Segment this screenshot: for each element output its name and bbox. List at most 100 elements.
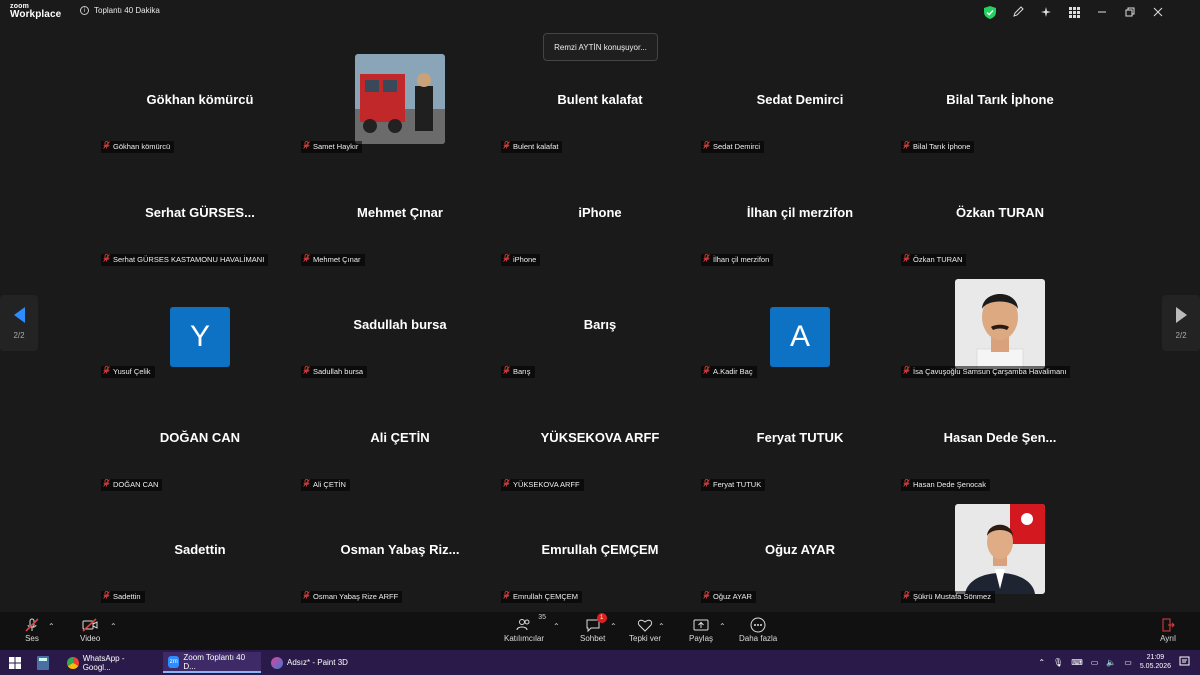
mic-muted-icon — [703, 478, 710, 491]
react-button[interactable]: Tepki ver — [629, 616, 661, 643]
mic-muted-icon — [303, 141, 310, 153]
participant-tile[interactable]: Oğuz AYAR Oğuz AYAR — [700, 492, 900, 604]
react-options-caret[interactable]: ⌃ — [658, 622, 665, 631]
mic-muted-icon — [303, 253, 310, 266]
mic-muted-icon — [503, 591, 510, 603]
participant-tile[interactable]: Emrullah ÇEMÇEM Emrullah ÇEMÇEM — [500, 492, 700, 604]
close-icon[interactable] — [1150, 4, 1166, 20]
leave-label: Ayrıl — [1160, 634, 1176, 643]
participant-tile[interactable]: Sadullah bursa Sadullah bursa — [300, 267, 500, 379]
share-options-caret[interactable]: ⌃ — [719, 622, 726, 631]
participants-count: 35 — [538, 614, 546, 621]
taskbar-clock[interactable]: 21:09 5.05.2026 — [1140, 653, 1171, 671]
volume-icon[interactable]: 🔈 — [1106, 658, 1116, 667]
taskbar-item-whatsapp[interactable]: WhatsApp - Googl... — [62, 652, 158, 673]
participant-name-text: Bulent kalafat — [513, 142, 559, 151]
taskbar-item-paint3d[interactable]: Adsız* - Paint 3D — [266, 652, 356, 673]
microphone-tray-icon[interactable]: 🎙 — [1053, 658, 1063, 667]
more-button[interactable]: Daha fazla — [739, 616, 777, 643]
participant-tile[interactable]: Ali ÇETİN Ali ÇETİN — [300, 380, 500, 492]
annotate-pen-icon[interactable] — [1010, 4, 1026, 20]
participant-tile[interactable]: Sadettin Sadettin — [100, 492, 300, 604]
windows-start-button[interactable] — [4, 652, 26, 673]
info-icon[interactable]: i — [80, 6, 89, 15]
notifications-icon[interactable] — [1179, 656, 1190, 669]
active-speaker-banner: Remzi AYTİN konuşuyor... — [543, 33, 658, 61]
participant-name-label: Feryat TUTUK — [701, 478, 766, 491]
chat-options-caret[interactable]: ⌃ — [610, 622, 617, 631]
ai-companion-icon[interactable] — [1038, 4, 1054, 20]
network-icon[interactable]: ▭ — [1091, 658, 1099, 667]
audio-button[interactable]: Ses — [24, 616, 40, 643]
chat-unread-badge: 1 — [596, 613, 607, 623]
participant-tile[interactable]: iPhone iPhone — [500, 155, 700, 267]
participant-name-text: İsa Çavuşoğlu Samsun Çarşamba Havalimanı — [913, 367, 1067, 376]
heart-icon — [637, 616, 653, 634]
participant-tile[interactable]: Şükrü Mustafa Sönmez — [900, 492, 1100, 604]
share-screen-icon — [693, 616, 709, 634]
clock-date: 5.05.2026 — [1139, 663, 1171, 670]
participant-tile[interactable]: Hasan Dede Şen... Hasan Dede Şenocak — [900, 380, 1100, 492]
participant-tile[interactable]: A A.Kadir Baç — [700, 267, 900, 379]
participant-name-label: Yusuf Çelik — [101, 366, 155, 378]
mic-muted-icon — [703, 591, 710, 603]
participant-tile[interactable]: Y Yusuf Çelik — [100, 267, 300, 379]
participant-name-label: iPhone — [501, 253, 541, 266]
participant-tile[interactable]: İlhan çil merzifon İlhan çil merzifon — [700, 155, 900, 267]
participant-name-label: Hasan Dede Şenocak — [901, 478, 990, 491]
participant-display-name: Gökhan kömürcü — [146, 92, 254, 107]
minimize-icon[interactable] — [1094, 4, 1110, 20]
calculator-taskbar-icon[interactable] — [32, 652, 54, 673]
previous-page-button[interactable]: 2/2 — [0, 295, 38, 351]
mic-muted-icon — [703, 253, 710, 266]
participant-display-name: İlhan çil merzifon — [746, 204, 854, 220]
participant-name-label: Bilal Tarık İphone — [901, 141, 975, 153]
more-label: Daha fazla — [739, 634, 778, 643]
title-bar-controls — [982, 4, 1166, 20]
participant-video — [355, 54, 445, 144]
mic-muted-icon — [103, 591, 110, 603]
share-button[interactable]: Paylaş — [689, 616, 713, 643]
restore-icon[interactable] — [1122, 4, 1138, 20]
next-page-button[interactable]: 2/2 — [1162, 295, 1200, 351]
participant-tile[interactable]: Sedat Demirci Sedat Demirci — [700, 42, 900, 154]
shield-icon[interactable] — [982, 4, 998, 20]
participant-tile[interactable]: Osman Yabaş Riz... Osman Yabaş Rize ARFF — [300, 492, 500, 604]
participant-name-text: Mehmet Çınar — [313, 254, 361, 264]
participant-tile[interactable]: Feryat TUTUK Feryat TUTUK — [700, 380, 900, 492]
taskbar-item-zoom[interactable]: zm Zoom Toplantı 40 D... — [163, 652, 261, 673]
mic-muted-icon — [503, 253, 510, 266]
participant-tile[interactable]: Mehmet Çınar Mehmet Çınar — [300, 155, 500, 267]
participant-name-label: Ali ÇETİN — [301, 478, 350, 491]
participant-tile[interactable]: Serhat GÜRSES... Serhat GÜRSES KASTAMONU … — [100, 155, 300, 267]
audio-options-caret[interactable]: ⌃ — [48, 622, 55, 631]
keyboard-language-icon[interactable]: ⌨ — [1071, 658, 1083, 667]
video-options-caret[interactable]: ⌃ — [110, 622, 117, 631]
participant-name-label: Oğuz AYAR — [701, 591, 756, 603]
participant-tile[interactable]: DOĞAN CAN DOĞAN CAN — [100, 380, 300, 492]
participant-name-label: Sadettin — [101, 591, 145, 603]
participant-name-label: Serhat GÜRSES KASTAMONU HAVALİMANI — [101, 253, 269, 266]
participant-name-text: Serhat GÜRSES KASTAMONU HAVALİMANI — [113, 254, 265, 264]
grid-view-icon[interactable] — [1066, 4, 1082, 20]
participant-tile[interactable]: Gökhan kömürcü Gökhan kömürcü — [100, 42, 300, 154]
chrome-icon — [67, 656, 79, 669]
participant-tile[interactable]: Bilal Tarık İphone Bilal Tarık İphone — [900, 42, 1100, 154]
participant-tile[interactable]: Özkan TURAN Özkan TURAN — [900, 155, 1100, 267]
participant-tile[interactable]: İsa Çavuşoğlu Samsun Çarşamba Havalimanı — [900, 267, 1100, 379]
participants-button[interactable]: 35 Katılımcılar — [504, 614, 546, 643]
battery-icon[interactable]: ▭ — [1124, 658, 1132, 667]
participant-name-text: iPhone — [513, 254, 537, 264]
video-button[interactable]: Video — [80, 616, 100, 643]
leave-button[interactable]: Ayrıl — [1160, 616, 1176, 643]
system-tray: ⌃ 🎙 ⌨ ▭ 🔈 ▭ 21:09 5.05.2026 — [1038, 653, 1190, 671]
participant-tile[interactable]: Samet Haykır — [300, 42, 500, 154]
participant-tile[interactable]: YÜKSEKOVA ARFF YÜKSEKOVA ARFF — [500, 380, 700, 492]
meeting-info[interactable]: i Toplantı 40 Dakika — [80, 6, 160, 15]
participants-options-caret[interactable]: ⌃ — [553, 622, 560, 631]
chat-button[interactable]: 1 Sohbet — [580, 613, 607, 643]
participant-display-name: Barış — [583, 317, 617, 332]
participant-tile[interactable]: Barış Barış — [500, 267, 700, 379]
participant-name-text: Gökhan kömürcü — [113, 142, 171, 151]
tray-expand-icon[interactable]: ⌃ — [1038, 658, 1045, 667]
